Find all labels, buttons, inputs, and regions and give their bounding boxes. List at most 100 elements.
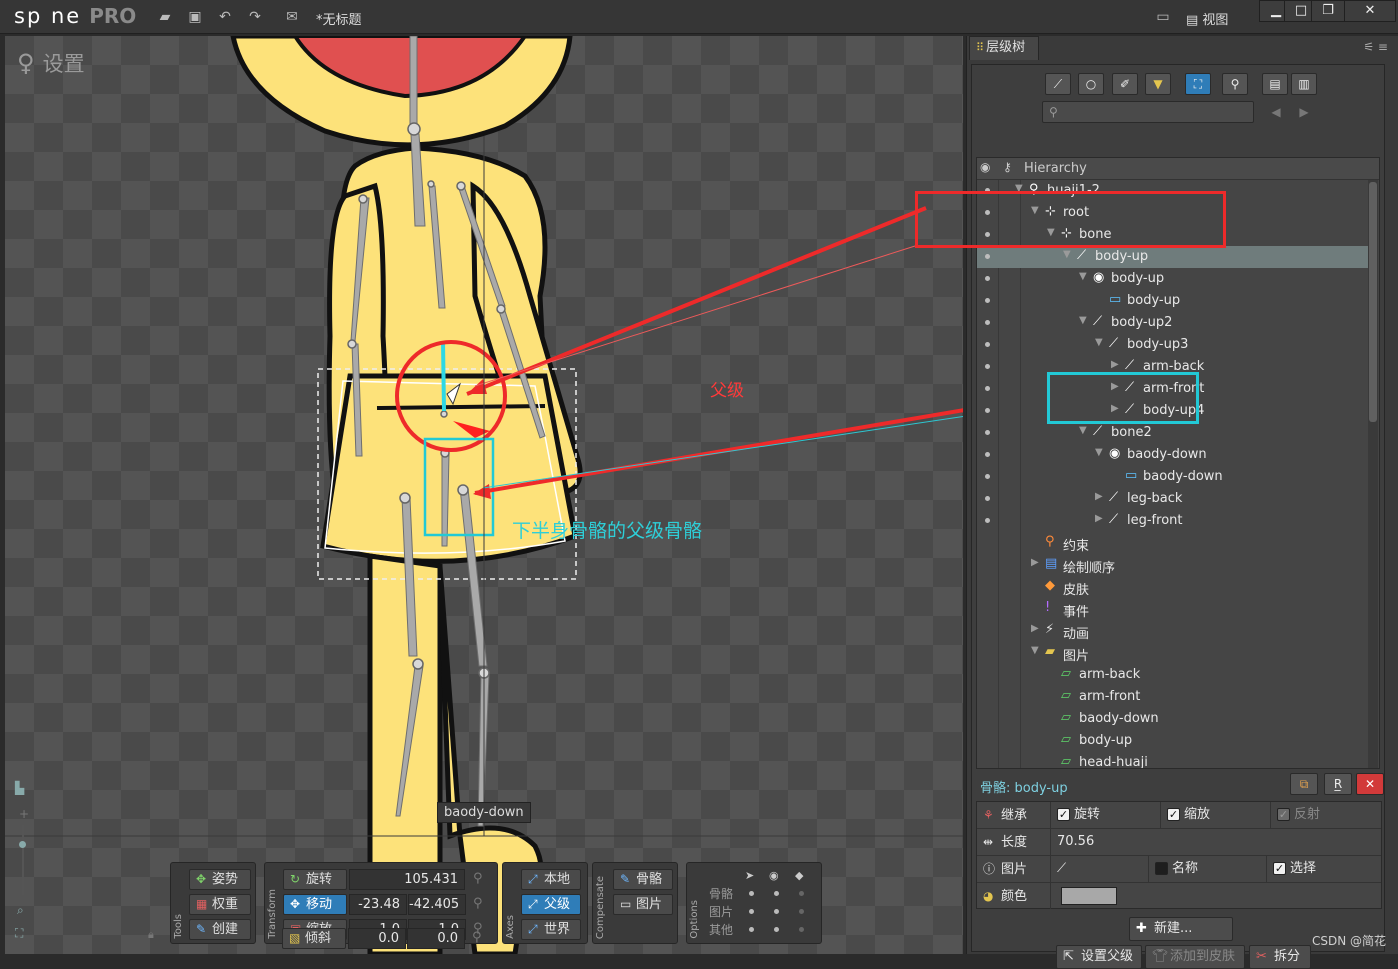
editor-viewport[interactable]: ♀设置 父级 下半身骨骼的父级骨骼 baody-down ▙ + ⌕ ⛶ bbox=[5, 36, 963, 954]
pose-button[interactable]: ✥姿势 bbox=[189, 869, 251, 890]
rotate-button[interactable]: ↻旋转 bbox=[283, 869, 347, 890]
visibility-dot[interactable] bbox=[985, 408, 990, 413]
set-parent-button[interactable]: ⇱设置父级 bbox=[1056, 945, 1142, 969]
tree-row[interactable]: !事件 bbox=[977, 598, 1369, 620]
visibility-dot[interactable] bbox=[985, 496, 990, 501]
filter-bones-icon[interactable]: ⟋ bbox=[1045, 73, 1071, 95]
tree-row[interactable]: ▼⟋bone2 bbox=[977, 422, 1369, 444]
inherit-rotation-checkbox[interactable]: ✓旋转 bbox=[1051, 802, 1161, 828]
axes-world-button[interactable]: ⤢世界 bbox=[521, 919, 581, 940]
tree-row[interactable]: ⚲约束 bbox=[977, 532, 1369, 554]
tree-row[interactable]: ▱baody-down bbox=[977, 708, 1369, 730]
next-match-icon[interactable]: ▶ bbox=[1292, 101, 1316, 123]
shear-x-value[interactable]: 0.0 bbox=[348, 928, 406, 949]
visibility-dot[interactable] bbox=[985, 386, 990, 391]
inherit-reflect-checkbox[interactable]: ✓反射 bbox=[1271, 802, 1381, 828]
visibility-dot[interactable] bbox=[985, 320, 990, 325]
visibility-dot[interactable] bbox=[985, 254, 990, 259]
rotate-value[interactable]: 105.431 bbox=[349, 869, 465, 890]
chevron-right-icon[interactable]: ▶ bbox=[1031, 557, 1039, 568]
expand-icon[interactable]: ▥ bbox=[1291, 73, 1317, 95]
chevron-right-icon[interactable]: ▶ bbox=[1111, 359, 1119, 370]
visibility-column-icon[interactable]: ◉ bbox=[980, 160, 990, 174]
tab-hierarchy[interactable]: ⠿层级树 bbox=[969, 36, 1039, 60]
translate-x-value[interactable]: -23.48 bbox=[349, 894, 407, 915]
chevron-down-icon[interactable]: ▼ bbox=[1079, 315, 1087, 326]
duplicate-icon[interactable]: ⧉ bbox=[1290, 773, 1318, 795]
save-icon[interactable]: ▣ bbox=[186, 8, 204, 26]
chevron-down-icon[interactable]: ▼ bbox=[1031, 645, 1039, 656]
sync-selection-icon[interactable]: ⛶ bbox=[1185, 73, 1211, 95]
tree-row[interactable]: ▼⟋body-up3 bbox=[977, 334, 1369, 356]
folder-open-icon[interactable]: ▰ bbox=[156, 8, 174, 26]
chevron-down-icon[interactable]: ▼ bbox=[1079, 271, 1087, 282]
visibility-dot[interactable] bbox=[985, 518, 990, 523]
collapse-icon[interactable]: ▤ bbox=[1262, 73, 1288, 95]
create-button[interactable]: ✎创建 bbox=[189, 919, 251, 940]
filter-icon[interactable]: ▼ bbox=[1145, 73, 1171, 95]
filter-slots-icon[interactable]: ○ bbox=[1078, 73, 1104, 95]
chevron-right-icon[interactable]: ▶ bbox=[1095, 491, 1103, 502]
chevron-down-icon[interactable]: ▼ bbox=[1095, 337, 1103, 348]
shear-button[interactable]: ▧倾斜 bbox=[282, 928, 346, 949]
chevron-down-icon[interactable]: ▼ bbox=[1095, 447, 1103, 458]
key-column-icon[interactable]: ⚷ bbox=[1003, 160, 1012, 174]
axes-local-button[interactable]: ⤢本地 bbox=[521, 869, 581, 890]
chevron-right-icon[interactable]: ▶ bbox=[1095, 513, 1103, 524]
tree-search-input[interactable]: ⚲ bbox=[1042, 101, 1254, 123]
redo-icon[interactable]: ↷ bbox=[246, 8, 264, 26]
split-button[interactable]: ✂拆分 bbox=[1249, 945, 1311, 969]
visibility-dot[interactable] bbox=[985, 430, 990, 435]
visibility-dot[interactable] bbox=[985, 364, 990, 369]
tree-row[interactable]: ▭body-up bbox=[977, 290, 1369, 312]
compensate-images-button[interactable]: ▭图片 bbox=[613, 894, 673, 915]
shear-key-icon[interactable]: ⚲ bbox=[472, 930, 482, 945]
chevron-down-icon[interactable]: ▼ bbox=[1079, 425, 1087, 436]
shear-y-value[interactable]: 0.0 bbox=[407, 928, 465, 949]
rotate-key-icon[interactable]: ⚲ bbox=[473, 871, 483, 886]
close-button[interactable]: ✕ bbox=[1344, 0, 1396, 22]
tree-row[interactable]: ▼◉baody-down bbox=[977, 444, 1369, 466]
translate-key-icon[interactable]: ⚲ bbox=[473, 896, 483, 911]
rename-icon[interactable]: R̲ bbox=[1324, 773, 1352, 795]
undo-icon[interactable]: ↶ bbox=[216, 8, 234, 26]
tree-row[interactable]: ▼◉body-up bbox=[977, 268, 1369, 290]
view-menu-button[interactable]: ▤ 视图 bbox=[1186, 9, 1228, 28]
option-toggle[interactable] bbox=[774, 909, 779, 914]
zoom-in-icon[interactable]: + bbox=[19, 807, 29, 821]
fit-icon[interactable]: ▙ bbox=[15, 781, 24, 795]
mail-icon[interactable]: ✉ bbox=[283, 8, 301, 26]
tree-row[interactable]: ▼▰图片 bbox=[977, 642, 1369, 664]
find-icon[interactable]: ⚲ bbox=[1222, 73, 1248, 95]
delete-icon[interactable]: ✕ bbox=[1356, 773, 1384, 795]
weights-button[interactable]: ▦权重 bbox=[189, 894, 251, 915]
option-toggle[interactable] bbox=[749, 909, 754, 914]
length-input[interactable]: 70.56 bbox=[1051, 829, 1381, 855]
tree-scrollbar[interactable] bbox=[1368, 180, 1378, 769]
option-toggle[interactable] bbox=[749, 891, 754, 896]
select-checkbox[interactable]: ✓选择 bbox=[1267, 856, 1381, 882]
option-toggle[interactable] bbox=[799, 909, 804, 914]
tree-row[interactable]: ▼⟋body-up bbox=[977, 246, 1369, 268]
option-toggle[interactable] bbox=[799, 927, 804, 932]
tree-row[interactable]: ▱arm-back bbox=[977, 664, 1369, 686]
visibility-dot[interactable] bbox=[985, 298, 990, 303]
option-toggle[interactable] bbox=[774, 891, 779, 896]
tree-row[interactable]: ▱body-up bbox=[977, 730, 1369, 752]
tree-row[interactable]: ▶⟋leg-front bbox=[977, 510, 1369, 532]
translate-y-value[interactable]: -42.405 bbox=[408, 894, 466, 915]
tree-row[interactable]: ▱arm-front bbox=[977, 686, 1369, 708]
tree-row[interactable]: ▼⟋body-up2 bbox=[977, 312, 1369, 334]
image-bone-toggle[interactable]: ⟋ bbox=[1051, 856, 1149, 882]
chevron-down-icon[interactable]: ▼ bbox=[1063, 249, 1071, 260]
axes-parent-button[interactable]: ⤢父级 bbox=[521, 894, 581, 915]
visibility-dot[interactable] bbox=[985, 276, 990, 281]
visibility-dot[interactable] bbox=[985, 474, 990, 479]
visibility-dot[interactable] bbox=[985, 452, 990, 457]
option-toggle[interactable] bbox=[774, 927, 779, 932]
layout-icon[interactable]: ▭ bbox=[1154, 8, 1172, 26]
translate-button[interactable]: ✥移动 bbox=[283, 894, 347, 915]
filter-attachments-icon[interactable]: ✐ bbox=[1112, 73, 1138, 95]
option-toggle[interactable] bbox=[799, 891, 804, 896]
name-checkbox[interactable]: 名称 bbox=[1149, 856, 1267, 882]
